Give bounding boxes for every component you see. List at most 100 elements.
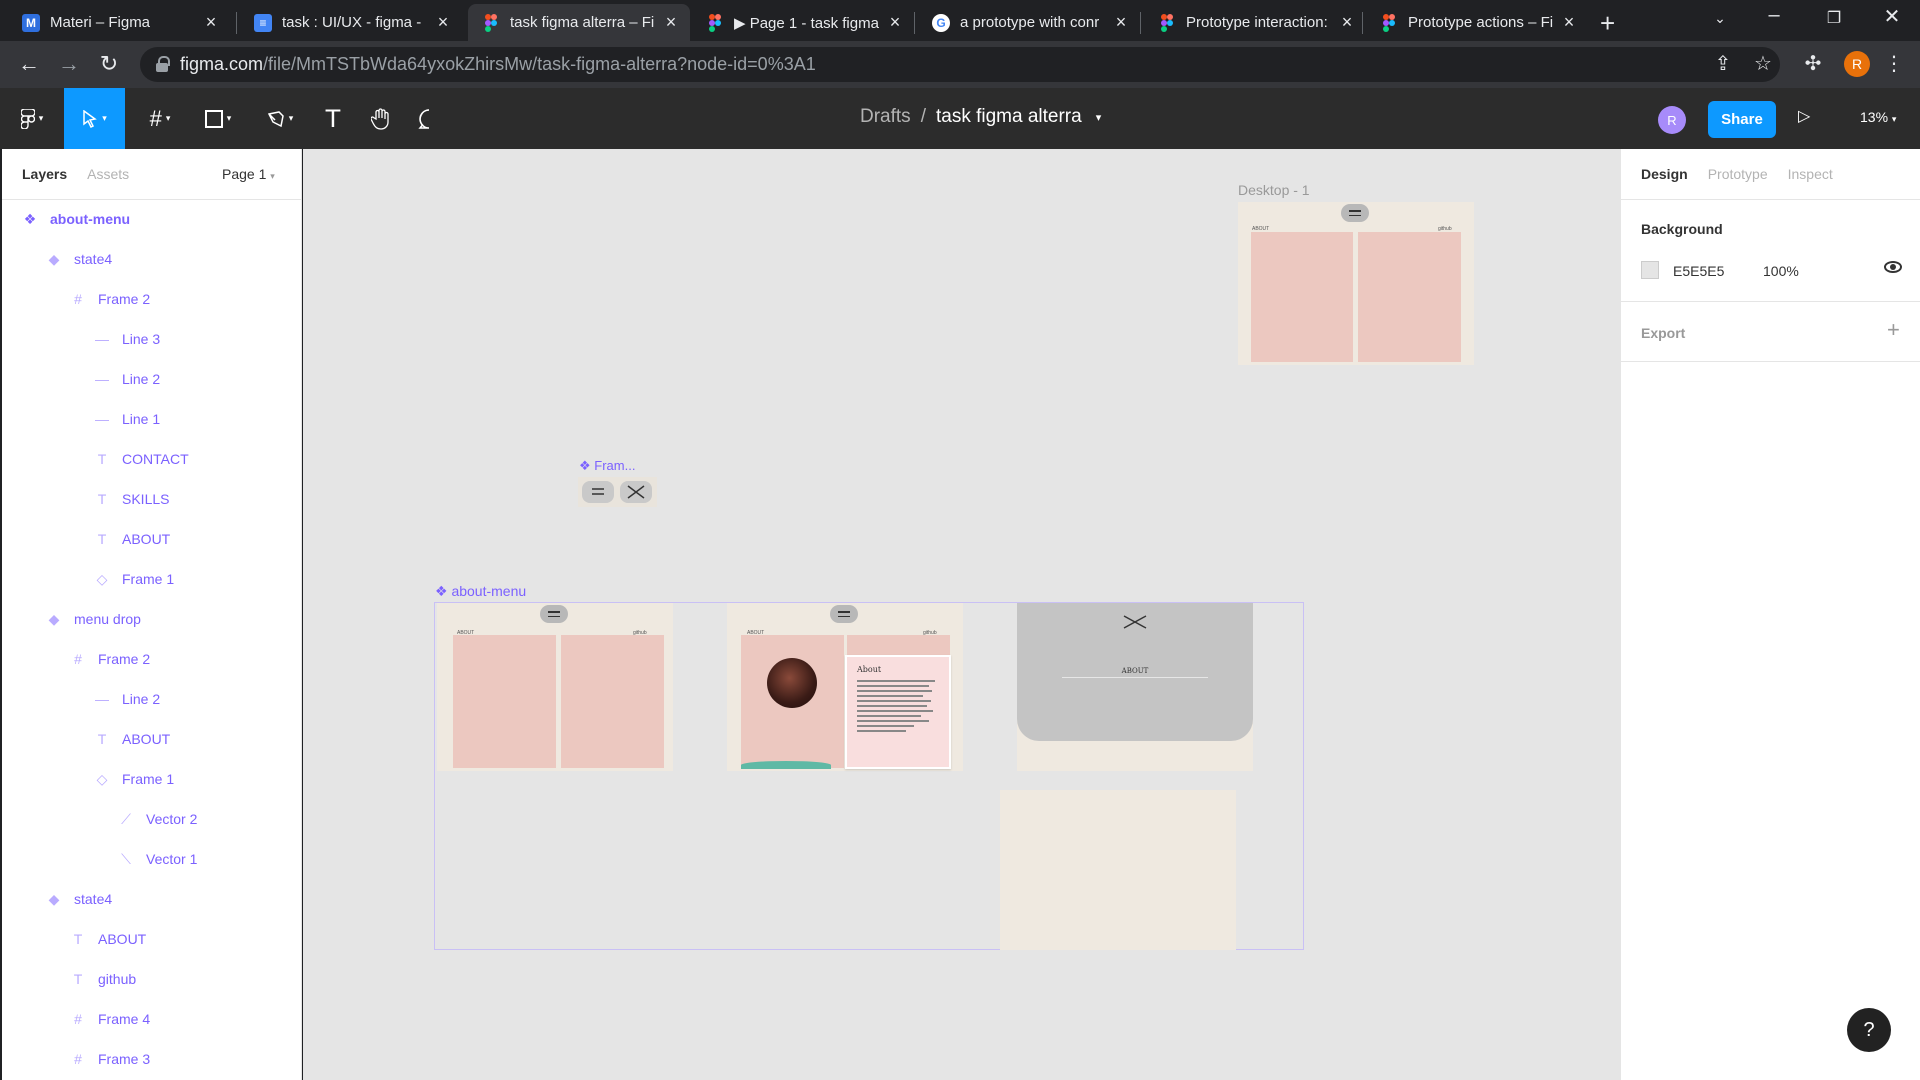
- reload-icon[interactable]: ↻: [94, 51, 124, 77]
- pen-tool[interactable]: ▾: [258, 88, 302, 149]
- text-tool[interactable]: T: [316, 88, 350, 149]
- browser-tab-strip: M Materi – Figma × ≡ task : UI/UX - figm…: [0, 0, 1920, 41]
- minimize-icon[interactable]: –: [1754, 4, 1794, 27]
- layer-row[interactable]: — Line 2: [94, 359, 160, 399]
- browser-tab-prototype-actions[interactable]: Prototype actions – Fi ×: [1366, 4, 1588, 41]
- browser-profile-avatar[interactable]: R: [1844, 51, 1870, 77]
- layer-row[interactable]: ⟍ Vector 1: [118, 839, 197, 879]
- browser-tab-prototype-interactions[interactable]: Prototype interaction: ×: [1144, 4, 1366, 41]
- variant-state4[interactable]: ABOUT github: [437, 603, 673, 771]
- hand-tool[interactable]: [364, 88, 398, 149]
- restore-icon[interactable]: ❐: [1814, 8, 1854, 28]
- breadcrumb-drafts[interactable]: Drafts: [860, 106, 911, 128]
- layer-row[interactable]: — Line 1: [94, 399, 160, 439]
- close-tab-icon[interactable]: ×: [886, 12, 904, 32]
- layer-row[interactable]: T CONTACT: [94, 439, 189, 479]
- layer-row[interactable]: T ABOUT: [70, 919, 147, 959]
- layer-row[interactable]: ❖ about-menu: [22, 199, 130, 239]
- collaborator-avatar[interactable]: R: [1658, 106, 1686, 134]
- share-page-icon[interactable]: ⇪: [1709, 51, 1737, 76]
- layer-row[interactable]: — Line 3: [94, 319, 160, 359]
- frame-label-desktop-1[interactable]: Desktop - 1: [1238, 182, 1310, 198]
- extensions-puzzle-icon[interactable]: ✣: [1799, 51, 1827, 76]
- layer-row[interactable]: T ABOUT: [94, 719, 171, 759]
- zoom-menu[interactable]: 13% ▾: [1860, 109, 1896, 125]
- back-arrow-icon[interactable]: ←: [14, 51, 44, 77]
- tab-inspect[interactable]: Inspect: [1788, 166, 1833, 182]
- frame-component-label[interactable]: ❖ Fram...: [579, 458, 635, 474]
- component-icon: ❖: [435, 583, 448, 599]
- layer-row[interactable]: # Frame 2: [70, 279, 150, 319]
- layer-row[interactable]: ⟋ Vector 2: [118, 799, 197, 839]
- browser-tab-task-figma-alterra[interactable]: task figma alterra – Fi ×: [468, 4, 690, 41]
- section-divider: [1621, 361, 1920, 362]
- layer-row[interactable]: T ABOUT: [94, 519, 171, 559]
- frame-tool[interactable]: # ▾: [138, 88, 182, 149]
- section-divider: [1621, 301, 1920, 302]
- chevron-down-icon[interactable]: ▾: [1096, 111, 1102, 124]
- help-button[interactable]: ?: [1847, 1008, 1891, 1052]
- forward-arrow-icon[interactable]: →: [54, 51, 84, 77]
- layer-row[interactable]: ◇ Frame 1: [94, 759, 175, 799]
- layer-row[interactable]: Tgithub: [70, 959, 136, 999]
- variant-menu-drop[interactable]: ABOUT: [1017, 603, 1253, 771]
- background-opacity-value[interactable]: 100%: [1763, 263, 1799, 279]
- layer-label: Frame 2: [98, 291, 151, 307]
- shape-tool[interactable]: ▾: [196, 88, 240, 149]
- present-play-icon[interactable]: ▷: [1798, 106, 1810, 126]
- tab-separator: [914, 12, 915, 34]
- left-panel-tabs: Layers Assets Page 1 ▾: [2, 149, 301, 200]
- close-tab-icon[interactable]: ×: [1338, 12, 1356, 32]
- layer-row[interactable]: # Frame 3: [70, 1039, 150, 1079]
- browser-tab-task-docs[interactable]: ≡ task : UI/UX - figma - ×: [240, 4, 462, 41]
- bookmark-star-icon[interactable]: ☆: [1749, 51, 1777, 76]
- layer-row[interactable]: # Frame 2: [70, 639, 150, 679]
- layer-row[interactable]: T SKILLS: [94, 479, 170, 519]
- address-bar[interactable]: figma.com/file/MmTSTbWda64yxokZhirsMw/ta…: [140, 47, 1780, 82]
- background-color-swatch[interactable]: [1641, 261, 1659, 279]
- layer-row[interactable]: — Line 2: [94, 679, 160, 719]
- layer-row[interactable]: ◆ menu drop: [46, 599, 141, 639]
- move-tool[interactable]: ▾: [64, 88, 125, 149]
- variant-about-card[interactable]: ABOUT github About: [727, 603, 963, 771]
- about-menu-label[interactable]: ❖ about-menu: [435, 583, 526, 600]
- browser-tab-google-search[interactable]: G a prototype with conr ×: [918, 4, 1140, 41]
- visibility-eye-icon[interactable]: [1884, 261, 1902, 273]
- tab-search-chevron-icon[interactable]: ⌄: [1700, 10, 1740, 27]
- tab-title: a prototype with conr: [960, 14, 1100, 31]
- design-canvas[interactable]: Desktop - 1 ABOUT github ❖ Fram... ❖ abo…: [303, 149, 1620, 1080]
- browser-tab-materi[interactable]: M Materi – Figma ×: [8, 4, 230, 41]
- browser-tab-page1[interactable]: ▶ Page 1 - task figma ×: [692, 4, 914, 41]
- close-tab-icon[interactable]: ×: [434, 12, 452, 32]
- layer-row[interactable]: ◇ Frame 1: [94, 559, 175, 599]
- layer-row[interactable]: ◆ state4: [46, 239, 113, 279]
- figma-main-menu[interactable]: ▾: [10, 88, 54, 149]
- tab-prototype[interactable]: Prototype: [1708, 166, 1768, 182]
- variant-diamond-icon: ◆: [48, 610, 60, 627]
- tab-design[interactable]: Design: [1641, 166, 1688, 182]
- desktop-1-frame[interactable]: ABOUT github: [1238, 202, 1474, 365]
- menu-toggle-component[interactable]: [578, 477, 657, 507]
- close-tab-icon[interactable]: ×: [202, 12, 220, 32]
- comment-tool[interactable]: [412, 88, 446, 149]
- layer-row[interactable]: # Frame 4: [70, 999, 150, 1039]
- browser-menu-icon[interactable]: ⋮: [1880, 51, 1908, 76]
- variant-state4-empty[interactable]: [1000, 790, 1236, 950]
- about-menu-component-set[interactable]: ABOUT github ABOUT github About ABOUT: [434, 602, 1304, 950]
- add-export-plus-icon[interactable]: +: [1887, 317, 1900, 343]
- close-tab-icon[interactable]: ×: [662, 12, 680, 32]
- close-tab-icon[interactable]: ×: [1112, 12, 1130, 32]
- content-block: [1358, 232, 1461, 362]
- tab-title: task figma alterra – Fi: [510, 14, 655, 31]
- new-tab-plus-icon[interactable]: +: [1600, 8, 1615, 39]
- background-hex-value[interactable]: E5E5E5: [1673, 263, 1724, 279]
- file-name[interactable]: task figma alterra: [936, 106, 1082, 128]
- window-close-icon[interactable]: ✕: [1872, 4, 1912, 29]
- tab-assets[interactable]: Assets: [87, 166, 129, 182]
- tab-layers[interactable]: Layers: [22, 166, 67, 182]
- content-block: [847, 635, 950, 655]
- share-button[interactable]: Share: [1708, 101, 1776, 138]
- close-tab-icon[interactable]: ×: [1560, 12, 1578, 32]
- layer-row[interactable]: ◆ state4: [46, 879, 113, 919]
- page-selector[interactable]: Page 1 ▾: [222, 166, 275, 182]
